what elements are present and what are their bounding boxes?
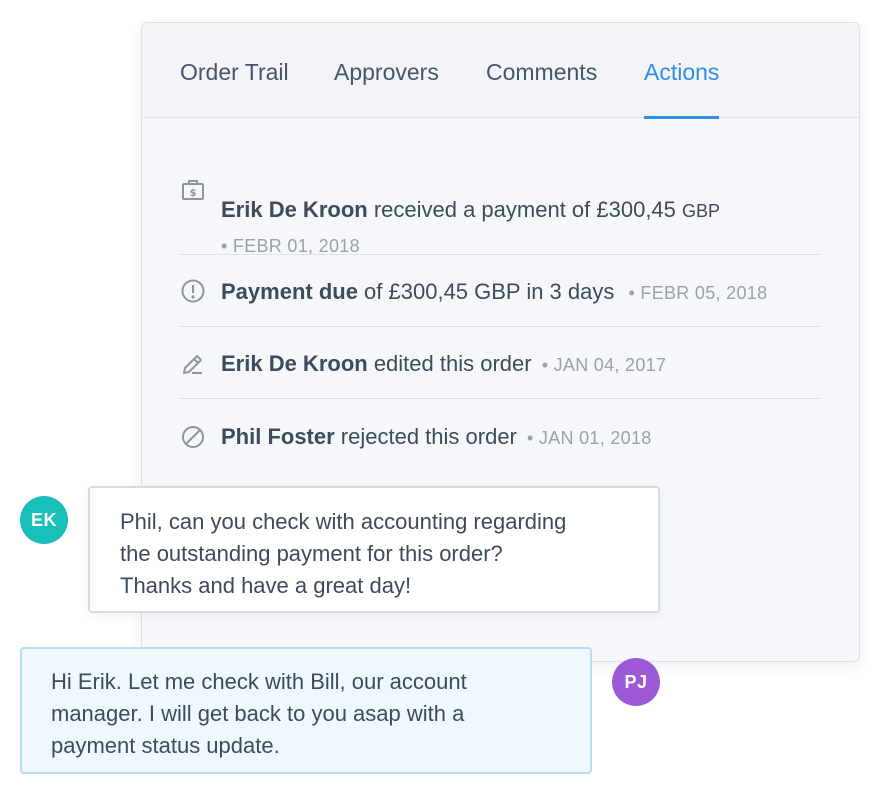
activity-date: • FEBR 01, 2018 <box>221 236 360 256</box>
message-line: Phil, can you check with accounting rega… <box>120 509 567 534</box>
activity-item: Payment due of £300,45 GBP in 3 days • F… <box>180 255 821 327</box>
activity-text: Phil Foster rejected this order • JAN 01… <box>221 424 652 449</box>
activity-date: • JAN 01, 2018 <box>527 428 652 448</box>
blocked-icon <box>180 424 206 450</box>
tab-order-trail[interactable]: Order Trail <box>180 23 289 118</box>
activity-item: $ Erik De Kroon received a payment of £3… <box>180 119 821 256</box>
activity-item: Phil Foster rejected this order • JAN 01… <box>180 399 821 471</box>
activity-feed: $ Erik De Kroon received a payment of £3… <box>180 119 821 471</box>
message-line: manager. I will get back to you asap wit… <box>51 701 465 726</box>
tab-approvers[interactable]: Approvers <box>334 23 439 118</box>
activity-item: Erik De Kroon edited this order • JAN 04… <box>180 327 821 399</box>
activity-actor[interactable]: Erik De Kroon <box>221 351 368 376</box>
message-bubble: Phil, can you check with accounting rega… <box>88 486 660 613</box>
activity-actor[interactable]: Phil Foster <box>221 424 335 449</box>
activity-text: Erik De Kroon received a payment of £300… <box>221 197 721 222</box>
tab-comments[interactable]: Comments <box>486 23 597 118</box>
message-line: the outstanding payment for this order? <box>120 541 503 566</box>
avatar[interactable]: PJ <box>612 658 660 706</box>
svg-text:$: $ <box>190 188 197 199</box>
alert-circle-icon <box>180 278 206 304</box>
activity-actor: Payment due <box>221 279 358 304</box>
tab-actions[interactable]: Actions <box>644 23 720 119</box>
message-line: payment status update. <box>51 733 280 758</box>
payment-bag-icon: $ <box>180 177 206 203</box>
message-line: Thanks and have a great day! <box>120 573 412 598</box>
activity-text: Erik De Kroon edited this order • JAN 04… <box>221 351 667 376</box>
activity-date: • FEBR 05, 2018 <box>628 283 768 303</box>
activity-actor[interactable]: Erik De Kroon <box>221 197 368 222</box>
activity-text: Payment due of £300,45 GBP in 3 days • F… <box>221 279 768 304</box>
message-bubble: Hi Erik. Let me check with Bill, our acc… <box>20 647 592 774</box>
avatar[interactable]: EK <box>20 496 68 544</box>
pencil-icon <box>180 351 206 377</box>
activity-date: • JAN 04, 2017 <box>541 355 667 375</box>
tab-bar: Order Trail Approvers Comments Actions <box>142 23 859 119</box>
message-line: Hi Erik. Let me check with Bill, our acc… <box>51 669 467 694</box>
